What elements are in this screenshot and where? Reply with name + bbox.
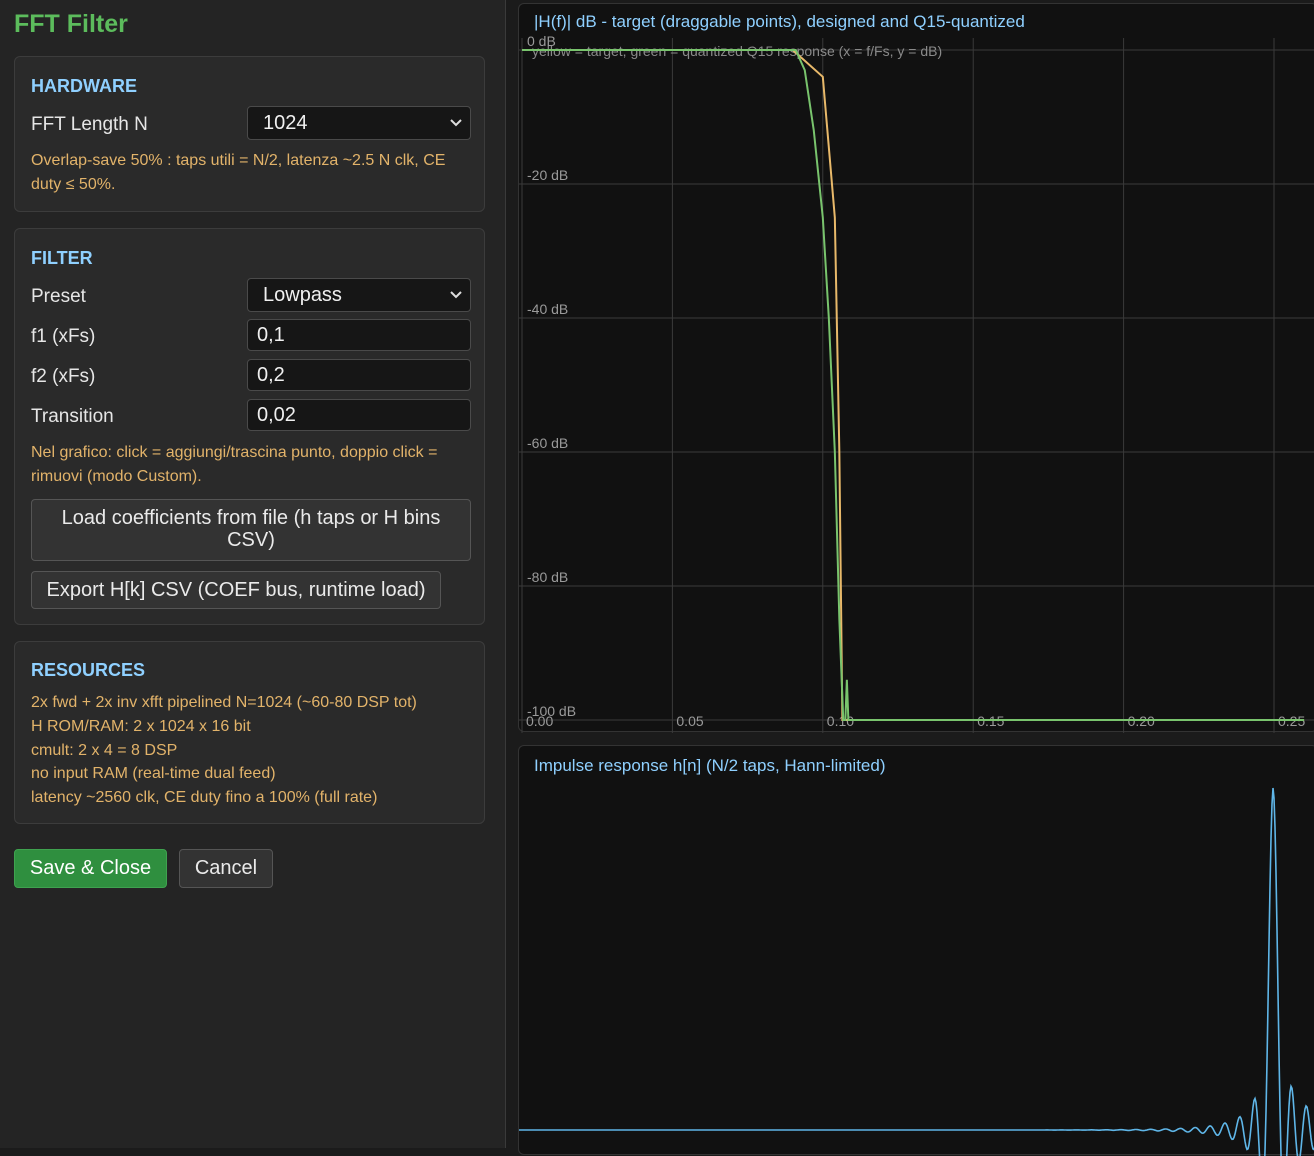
chevron-down-icon <box>450 107 462 150</box>
f1-input[interactable]: 0,1 <box>247 319 471 351</box>
resource-line: cmult: 2 x 4 = 8 DSP <box>31 742 178 759</box>
chevron-down-icon <box>450 279 462 322</box>
f2-input[interactable]: 0,2 <box>247 359 471 391</box>
filter-section: FILTER Preset Lowpass f1 (xFs) 0,1 f2 (x… <box>14 228 485 625</box>
transition-label: Transition <box>31 406 114 427</box>
fft-length-select[interactable]: 1024 <box>247 106 471 140</box>
save-close-button[interactable]: Save & Close <box>14 849 167 888</box>
app-title: FFT Filter <box>14 10 128 38</box>
magnitude-chart[interactable]: |H(f)| dB - target (draggable points), d… <box>518 3 1314 733</box>
resource-line: no input RAM (real-time dual feed) <box>31 765 276 782</box>
preset-select[interactable]: Lowpass <box>247 278 471 312</box>
cancel-button[interactable]: Cancel <box>179 849 273 888</box>
impulse-plot <box>519 787 1314 1156</box>
f1-label: f1 (xFs) <box>31 326 96 347</box>
quantized-series <box>522 49 1305 721</box>
resource-line: latency ~2560 clk, CE duty fino a 100% (… <box>31 789 378 806</box>
settings-panel: FFT Filter HARDWARE FFT Length N 1024 Ov… <box>0 0 506 1148</box>
fft-length-label: FFT Length N <box>31 114 148 135</box>
y-tick-label: -40 dB <box>527 301 568 317</box>
f2-label: f2 (xFs) <box>31 366 96 387</box>
load-coefficients-button[interactable]: Load coefficients from file (h taps or H… <box>31 499 471 561</box>
hardware-title: HARDWARE <box>31 76 137 96</box>
impulse-chart: Impulse response h[n] (N/2 taps, Hann-li… <box>518 745 1314 1156</box>
hardware-note: Overlap-save 50% : taps utili = N/2, lat… <box>31 152 446 193</box>
filter-note: Nel grafico: click = aggiungi/trascina p… <box>31 444 438 485</box>
resource-line: 2x fwd + 2x inv xfft pipelined N=1024 (~… <box>31 694 417 711</box>
y-tick-label: -60 dB <box>527 435 568 451</box>
target-series <box>522 49 1305 721</box>
resources-title: RESOURCES <box>31 660 146 680</box>
fft-length-value: 1024 <box>263 112 308 134</box>
hardware-section: HARDWARE FFT Length N 1024 Overlap-save … <box>14 56 485 212</box>
magnitude-plot[interactable]: 0 dB-20 dB-40 dB-60 dB-80 dB-100 dB0.00 0… <box>519 4 1314 733</box>
export-csv-button[interactable]: Export H[k] CSV (COEF bus, runtime load) <box>31 571 441 609</box>
resources-section: RESOURCES 2x fwd + 2x inv xfft pipelined… <box>14 641 485 824</box>
preset-value: Lowpass <box>263 284 342 306</box>
impulse-series <box>519 787 1314 1156</box>
y-tick-label: -20 dB <box>527 167 568 183</box>
preset-label: Preset <box>31 286 86 307</box>
filter-title: FILTER <box>31 248 93 268</box>
resource-line: H ROM/RAM: 2 x 1024 x 16 bit <box>31 718 251 735</box>
x-tick-label: 0.00 <box>526 713 553 729</box>
y-tick-label: -80 dB <box>527 569 568 585</box>
x-tick-label: 0.05 <box>676 713 703 729</box>
transition-input[interactable]: 0,02 <box>247 399 471 431</box>
